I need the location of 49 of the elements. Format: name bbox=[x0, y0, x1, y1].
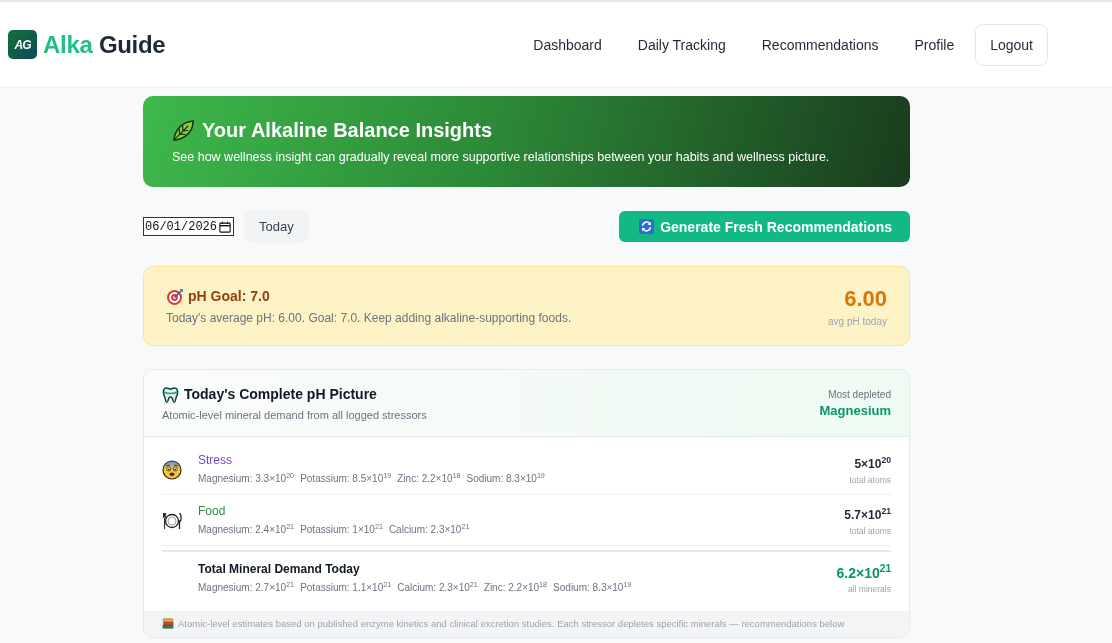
nav-link[interactable]: Daily Tracking bbox=[619, 28, 744, 61]
nav-link[interactable]: Recommendations bbox=[743, 28, 897, 61]
plate-cutlery-icon bbox=[162, 510, 182, 531]
nav-link[interactable]: Profile bbox=[896, 28, 973, 61]
card-subtitle: Atomic-level mineral demand from all logged stressors bbox=[162, 408, 427, 421]
mineral-amount: Potassium: 1×10$^{21}$ bbox=[300, 523, 383, 537]
atom-total: 5×10$^{20}$ bbox=[854, 454, 891, 473]
logo-badge: AG bbox=[8, 30, 37, 59]
ph-value-label: avg pH today bbox=[828, 316, 887, 327]
card-title: Today's Complete pH Picture bbox=[184, 386, 377, 402]
target-icon bbox=[166, 287, 183, 305]
total-label: total atoms bbox=[849, 474, 891, 485]
mineral-amount: Calcium: 2.3×10$^{21}$ bbox=[397, 581, 478, 595]
mineral-amount: Zinc: 2.2×10$^{18}$ bbox=[483, 581, 548, 595]
mineral-amount: Calcium: 2.3×10$^{21}$ bbox=[388, 523, 470, 537]
atom-total: 5.7×10$^{21}$ bbox=[844, 505, 891, 524]
ph-value: 6.00 bbox=[844, 285, 887, 313]
brand-name: Alka Guide bbox=[43, 30, 166, 59]
hero-subtitle: See how wellness insight can gradually reveal more supportive relationships between your habits and wellness picture. bbox=[172, 149, 831, 165]
mineral-amount: Magnesium: 2.7×10$^{21}$ bbox=[198, 581, 295, 595]
depleted-mineral: Magnesium bbox=[819, 402, 891, 418]
depleted-label: Most depleted bbox=[828, 388, 891, 400]
logout-button[interactable]: Logout bbox=[975, 23, 1048, 66]
total-label: all minerals bbox=[848, 583, 891, 594]
goal-message: Today's average pH: 6.00. Goal: 7.0. Keep adding alkaline-supporting foods. bbox=[166, 310, 572, 325]
summary-title: Total Mineral Demand Today bbox=[198, 562, 360, 577]
stressor-name: Food bbox=[198, 504, 226, 519]
anxious-face-icon bbox=[162, 459, 182, 480]
mineral-amount: Sodium: 8.3×10$^{19}$ bbox=[466, 472, 545, 486]
total-label: total atoms bbox=[849, 525, 891, 536]
refresh-icon bbox=[639, 219, 655, 234]
hero-title: Your Alkaline Balance Insights bbox=[202, 118, 493, 143]
nav-link[interactable]: Dashboard bbox=[515, 28, 620, 61]
goal-title: pH Goal: 7.0 bbox=[188, 288, 270, 304]
mineral-amount: Potassium: 1.1×10$^{21}$ bbox=[300, 581, 392, 595]
footnote-text: Atomic-level estimates based on published enzyme kinetics and clinical excretion studies. Each stressor depletes specific minerals — recommendations below bbox=[178, 618, 845, 629]
mineral-amount: Magnesium: 2.4×10$^{21}$ bbox=[198, 523, 295, 537]
mineral-amount: Magnesium: 3.3×10$^{20}$ bbox=[198, 472, 295, 486]
date-field[interactable]: 06/01/2026 bbox=[143, 217, 234, 236]
mineral-amount: Sodium: 8.3×10$^{19}$ bbox=[553, 581, 632, 595]
mineral-total: 6.2×10$^{21}$ bbox=[836, 563, 891, 582]
today-button[interactable]: Today bbox=[244, 210, 309, 243]
tooth-icon bbox=[162, 385, 179, 403]
mineral-amount: Zinc: 2.2×10$^{18}$ bbox=[397, 472, 461, 486]
calendar-icon bbox=[219, 220, 231, 233]
leaf-icon bbox=[172, 119, 195, 142]
stressor-name: Stress bbox=[198, 453, 232, 468]
mineral-amount: Potassium: 8.5×10$^{19}$ bbox=[300, 472, 392, 486]
books-icon bbox=[162, 618, 174, 629]
